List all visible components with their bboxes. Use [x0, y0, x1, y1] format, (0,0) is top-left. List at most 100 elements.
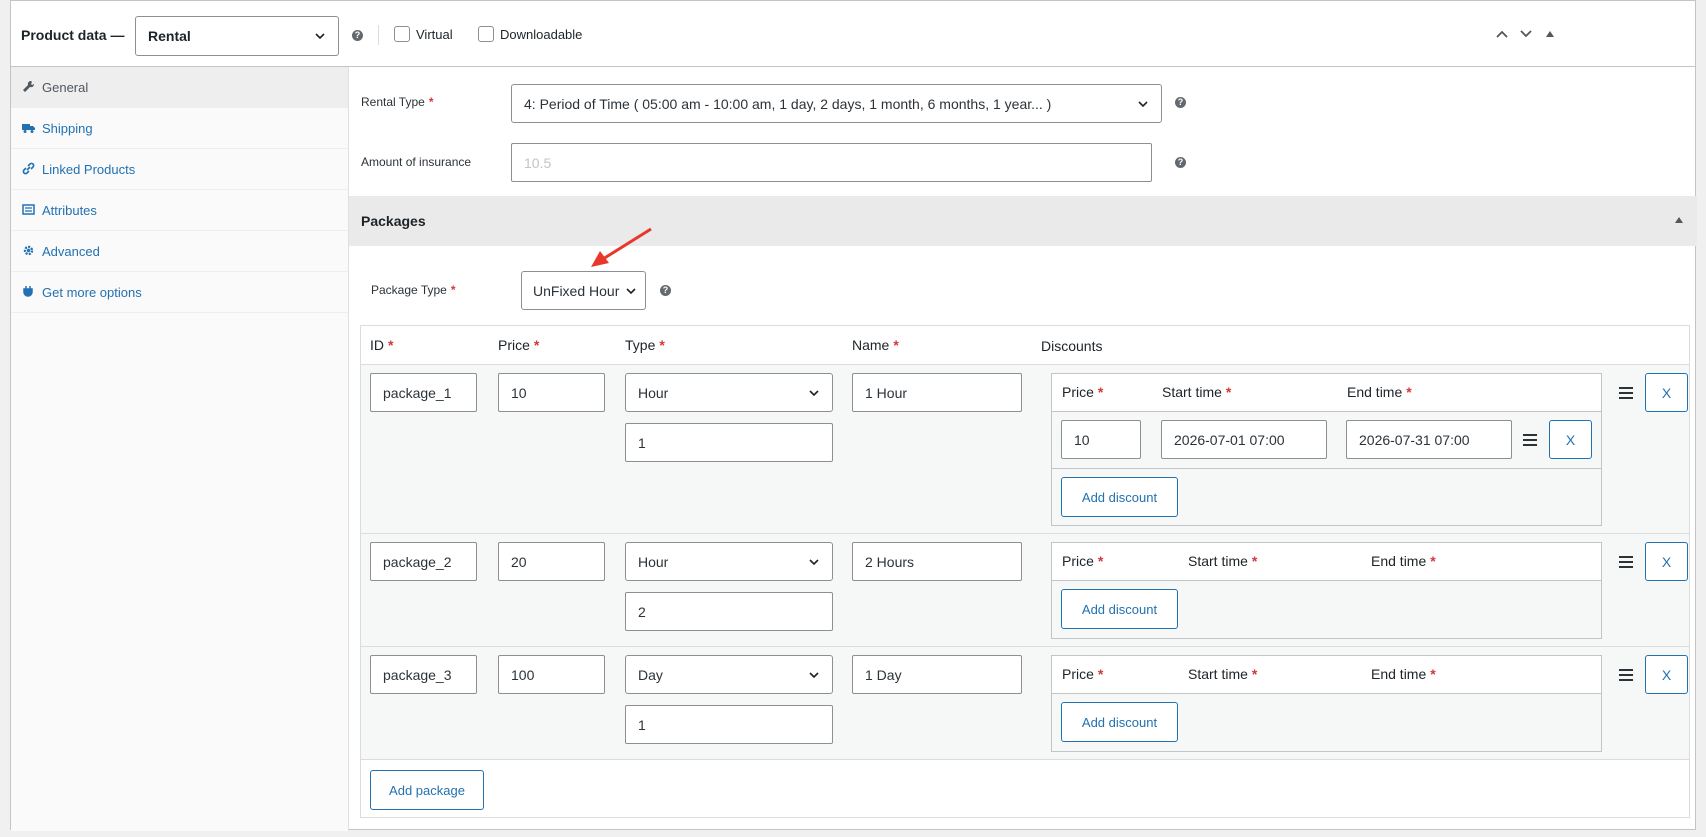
- package-type-unit-select[interactable]: Hour: [625, 373, 833, 412]
- chevron-down-icon: [626, 287, 636, 294]
- package-type-unit-value: Hour: [638, 553, 669, 570]
- virtual-label: Virtual: [416, 27, 453, 42]
- remove-package-button[interactable]: X: [1645, 542, 1688, 581]
- add-discount-button[interactable]: Add discount: [1061, 477, 1178, 517]
- column-header-type: Type *: [625, 337, 665, 353]
- package-price-input[interactable]: 10: [498, 373, 605, 412]
- insurance-label: Amount of insurance: [361, 155, 472, 169]
- discount-header-price: Price *: [1062, 553, 1104, 569]
- discount-row: 10 2026-07-01 07:00 2026-07-31 07:00 X: [1052, 412, 1601, 469]
- virtual-checkbox[interactable]: [394, 26, 410, 42]
- tab-label: Linked Products: [42, 161, 136, 177]
- tab-label: Shipping: [42, 120, 93, 136]
- chevron-down-icon: [809, 558, 819, 565]
- discount-start-input[interactable]: 2026-07-01 07:00: [1161, 420, 1327, 459]
- downloadable-checkbox[interactable]: [478, 26, 494, 42]
- tab-general[interactable]: General: [11, 67, 348, 108]
- drag-handle-icon[interactable]: [1523, 434, 1537, 446]
- chevron-down-icon: [809, 671, 819, 678]
- remove-discount-button[interactable]: X: [1549, 420, 1592, 459]
- tab-label: Attributes: [42, 202, 97, 218]
- rental-type-label: Rental Type *: [361, 95, 434, 109]
- downloadable-label: Downloadable: [500, 27, 583, 42]
- package-type-unit-select[interactable]: Day: [625, 655, 833, 694]
- package-id-input[interactable]: package_3: [370, 655, 477, 694]
- table-row: package_3 100 Day 1 1 Day Price * Start t…: [361, 646, 1689, 760]
- discount-header-end: End time *: [1371, 553, 1436, 569]
- column-header-id: ID *: [370, 337, 394, 353]
- remove-package-button[interactable]: X: [1645, 373, 1688, 412]
- column-header-name: Name *: [852, 337, 899, 353]
- add-package-button[interactable]: Add package: [370, 770, 484, 810]
- package-quantity-input[interactable]: 1: [625, 423, 833, 462]
- package-quantity-input[interactable]: 1: [625, 705, 833, 744]
- chevron-down-icon[interactable]: [1519, 29, 1533, 39]
- wrench-icon: [23, 80, 35, 92]
- help-icon[interactable]: ?: [660, 285, 671, 296]
- drag-handle-icon[interactable]: [1619, 669, 1633, 681]
- product-data-panel: Product data — Rental ? Virtual Download…: [10, 0, 1697, 831]
- tab-label: Advanced: [42, 243, 100, 259]
- rental-type-value: 4: Period of Time ( 05:00 am - 10:00 am,…: [524, 95, 1052, 112]
- package-type-unit-select[interactable]: Hour: [625, 542, 833, 581]
- package-name-input[interactable]: 2 Hours: [852, 542, 1022, 581]
- gear-icon: [23, 245, 34, 256]
- discounts-table: Price * Start time * End time * Add discoun…: [1051, 542, 1602, 639]
- tab-advanced[interactable]: Advanced: [11, 231, 348, 272]
- add-discount-button[interactable]: Add discount: [1061, 589, 1178, 629]
- package-price-input[interactable]: 20: [498, 542, 605, 581]
- packages-table: ID * Price * Type * Name * Discounts package…: [360, 325, 1690, 818]
- remove-package-button[interactable]: X: [1645, 655, 1688, 694]
- rental-type-select[interactable]: 4: Period of Time ( 05:00 am - 10:00 am,…: [511, 84, 1162, 123]
- chevron-down-icon: [315, 33, 325, 40]
- panel-header: Product data — Rental ? Virtual Download…: [11, 1, 1695, 67]
- discounts-header: Price * Start time * End time *: [1052, 374, 1601, 412]
- list-icon: [22, 204, 35, 215]
- tab-shipping[interactable]: Shipping: [11, 108, 348, 149]
- drag-handle-icon[interactable]: [1619, 387, 1633, 399]
- panel-title: Product data —: [21, 27, 125, 43]
- tab-linked-products[interactable]: Linked Products: [11, 149, 348, 190]
- collapse-triangle-icon[interactable]: [1674, 216, 1684, 224]
- discount-header-start: Start time *: [1188, 553, 1258, 569]
- column-header-price: Price *: [498, 337, 540, 353]
- discounts-header: Price * Start time * End time *: [1052, 656, 1601, 694]
- help-icon[interactable]: ?: [1175, 157, 1186, 168]
- insurance-input[interactable]: 10.5: [511, 143, 1152, 182]
- chevron-up-icon[interactable]: [1495, 29, 1509, 39]
- discount-header-start: Start time *: [1162, 384, 1232, 400]
- discount-header-start: Start time *: [1188, 666, 1258, 682]
- package-name-input[interactable]: 1 Hour: [852, 373, 1022, 412]
- help-icon[interactable]: ?: [1175, 97, 1186, 108]
- column-header-discounts: Discounts: [1041, 338, 1103, 354]
- plugin-icon: [23, 286, 33, 297]
- package-type-select[interactable]: UnFixed Hour: [521, 271, 646, 310]
- package-id-input[interactable]: package_2: [370, 542, 477, 581]
- discount-header-price: Price *: [1062, 666, 1104, 682]
- divider: [378, 25, 379, 45]
- help-icon[interactable]: ?: [352, 30, 363, 41]
- package-type-unit-value: Day: [638, 666, 663, 683]
- discount-header-end: End time *: [1371, 666, 1436, 682]
- packages-section-header[interactable]: Packages: [349, 196, 1697, 246]
- tab-attributes[interactable]: Attributes: [11, 190, 348, 231]
- product-type-select[interactable]: Rental: [135, 16, 339, 56]
- product-type-value: Rental: [148, 28, 191, 44]
- package-quantity-input[interactable]: 2: [625, 592, 833, 631]
- package-type-value: UnFixed Hour: [533, 282, 620, 299]
- package-type-label: Package Type *: [371, 283, 456, 297]
- add-discount-button[interactable]: Add discount: [1061, 702, 1178, 742]
- discount-price-input[interactable]: 10: [1061, 420, 1141, 459]
- annotation-arrow: [591, 227, 652, 267]
- packages-title: Packages: [361, 213, 426, 229]
- discount-header-price: Price *: [1062, 384, 1104, 400]
- tab-get-more-options[interactable]: Get more options: [11, 272, 348, 313]
- discount-end-input[interactable]: 2026-07-31 07:00: [1346, 420, 1512, 459]
- tab-label: Get more options: [42, 284, 142, 300]
- package-name-input[interactable]: 1 Day: [852, 655, 1022, 694]
- drag-handle-icon[interactable]: [1619, 556, 1633, 568]
- package-price-input[interactable]: 100: [498, 655, 605, 694]
- package-id-input[interactable]: package_1: [370, 373, 477, 412]
- table-row: package_1 10 Hour 1 1 Hour Price * Start …: [361, 364, 1689, 533]
- collapse-triangle-icon[interactable]: [1545, 30, 1555, 38]
